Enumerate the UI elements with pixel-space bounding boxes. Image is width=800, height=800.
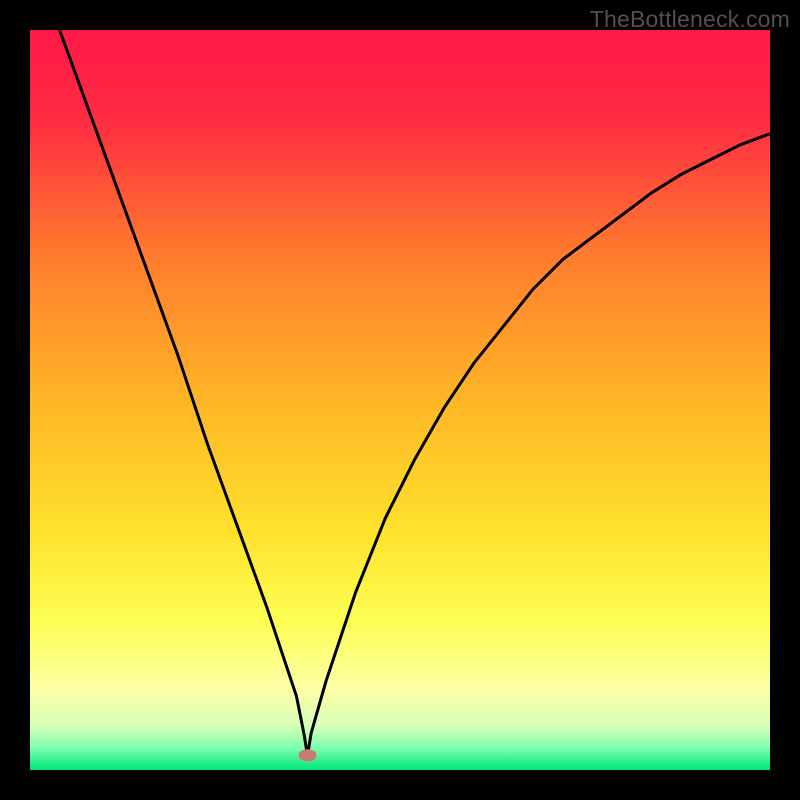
curve-layer [30,30,770,770]
bottleneck-curve [60,30,770,755]
watermark-text: TheBottleneck.com [590,6,790,33]
min-marker [299,749,317,761]
plot-area [30,30,770,770]
